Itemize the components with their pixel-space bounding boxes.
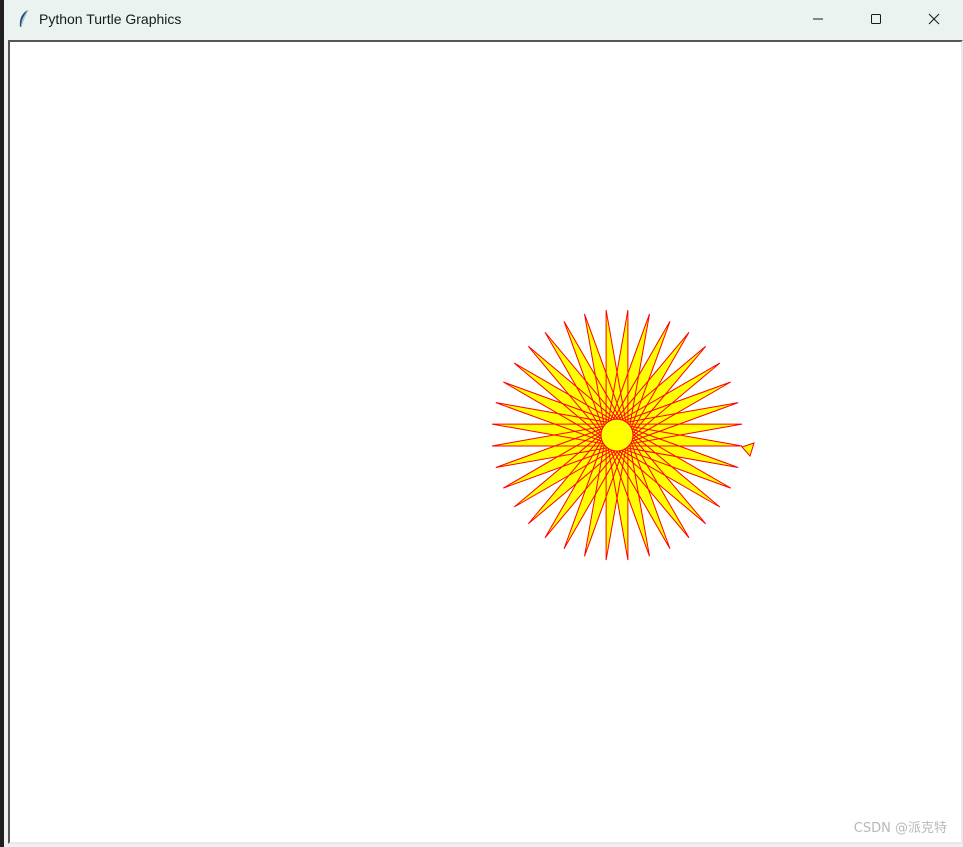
close-button[interactable] [905, 0, 963, 38]
turtle-cursor-icon [741, 442, 755, 457]
feather-icon [17, 9, 31, 29]
close-icon [928, 13, 940, 25]
turtle-window: Python Turtle Graphics CSDN @派克特 [0, 0, 963, 847]
minimize-button[interactable] [789, 0, 847, 38]
maximize-icon [871, 14, 881, 24]
watermark: CSDN @派克特 [853, 821, 947, 836]
minimize-icon [813, 18, 823, 20]
center-circle [600, 418, 634, 452]
turtle-drawing [491, 310, 755, 561]
turtle-canvas[interactable]: CSDN @派克特 [8, 40, 963, 844]
title-bar[interactable]: Python Turtle Graphics [4, 0, 963, 38]
window-controls [789, 0, 963, 38]
window-title: Python Turtle Graphics [39, 11, 182, 27]
maximize-button[interactable] [847, 0, 905, 38]
